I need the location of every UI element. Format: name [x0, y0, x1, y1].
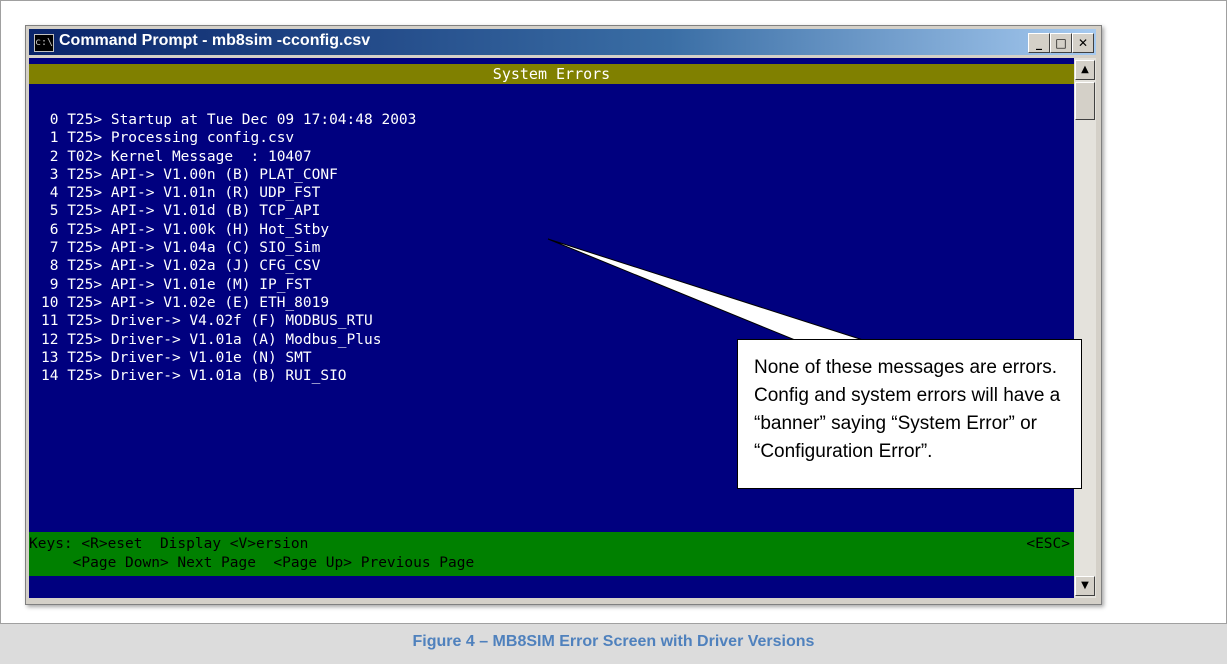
- annotation-callout: None of these messages are errors. Confi…: [737, 339, 1082, 489]
- callout-pointer: [547, 238, 864, 341]
- figure-caption: Figure 4 – MB8SIM Error Screen with Driv…: [412, 633, 815, 650]
